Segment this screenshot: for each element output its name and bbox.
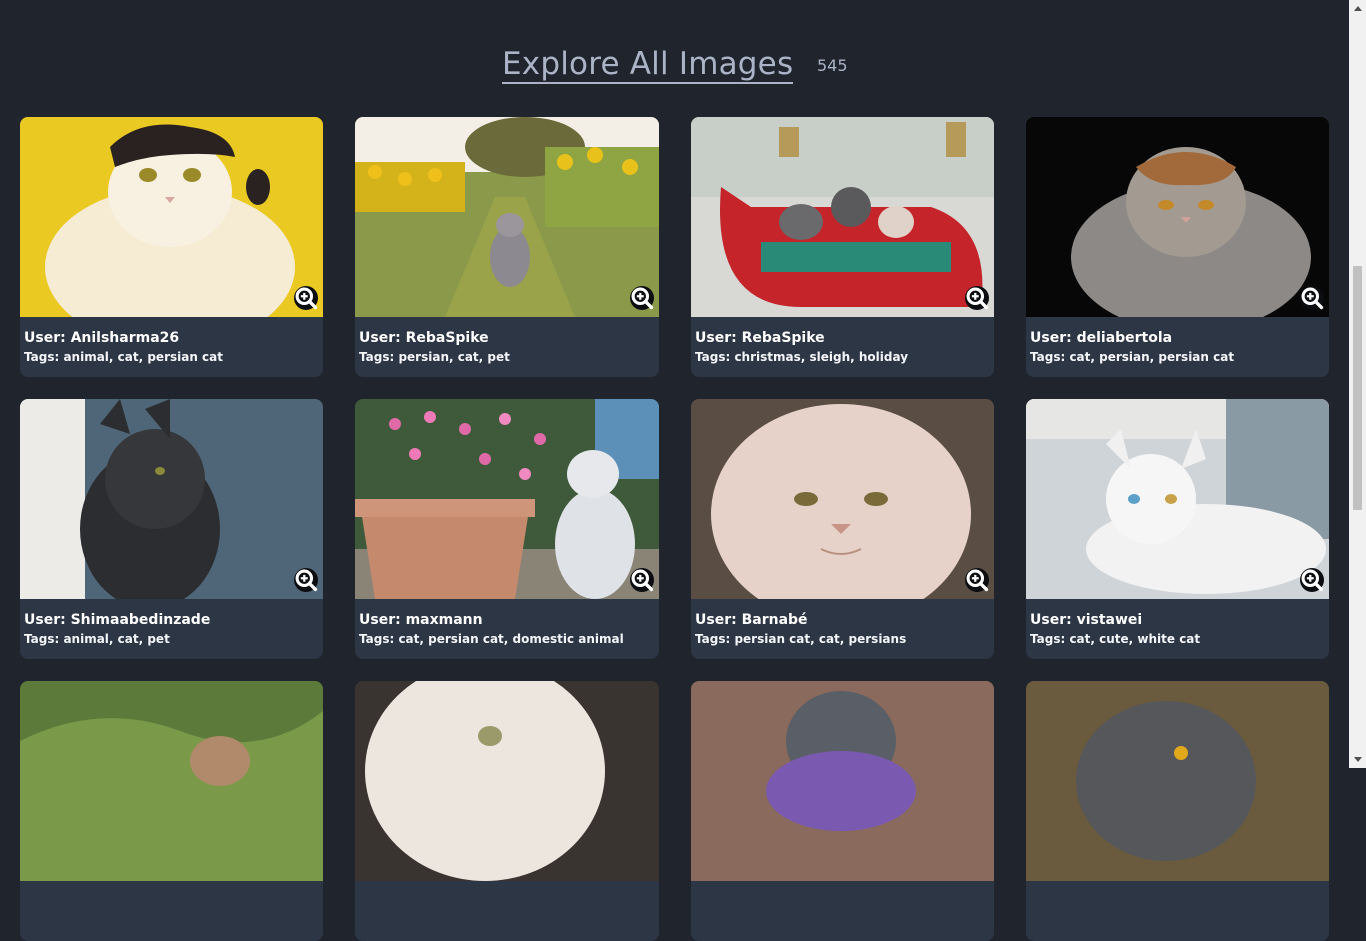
card-tags: Tags: persian, cat, pet (359, 350, 510, 364)
image-card[interactable]: User: RebaSpike Tags: christmas, sleigh,… (691, 117, 994, 377)
zoom-in-icon[interactable] (630, 568, 654, 592)
image-thumbnail[interactable] (20, 399, 323, 599)
card-info: User: RebaSpike Tags: persian, cat, pet (355, 317, 659, 365)
card-user[interactable]: User: deliabertola (1030, 330, 1325, 347)
image-card[interactable]: User: Shimaabedinzade Tags: animal, cat,… (20, 399, 323, 659)
zoom-in-icon[interactable] (630, 286, 654, 310)
arrow-up-icon[interactable] (1349, 0, 1366, 17)
card-info (355, 881, 659, 894)
card-user[interactable]: User: RebaSpike (359, 330, 655, 347)
scrollbar-thumb[interactable] (1353, 266, 1362, 510)
card-info: User: maxmann Tags: cat, persian cat, do… (355, 599, 659, 647)
card-user[interactable]: User: Shimaabedinzade (24, 612, 319, 629)
page-title[interactable]: Explore All Images (502, 46, 794, 84)
image-count: 545 (817, 56, 848, 75)
zoom-in-icon[interactable] (294, 568, 318, 592)
image-thumbnail[interactable] (355, 117, 659, 317)
card-user[interactable]: User: RebaSpike (695, 330, 990, 347)
image-card[interactable]: User: vistawei Tags: cat, cute, white ca… (1026, 399, 1329, 659)
card-tags: Tags: cat, cute, white cat (1030, 632, 1201, 646)
card-info (691, 881, 994, 894)
image-card[interactable] (355, 681, 659, 941)
image-thumbnail[interactable] (1026, 399, 1329, 599)
card-tags: Tags: cat, persian cat, domestic animal (359, 632, 624, 646)
zoom-in-icon[interactable] (965, 568, 989, 592)
image-thumbnail[interactable] (691, 681, 994, 881)
card-user[interactable]: User: Anilsharma26 (24, 330, 319, 347)
image-thumbnail[interactable] (20, 117, 323, 317)
image-thumbnail[interactable] (20, 681, 323, 881)
card-user[interactable]: User: maxmann (359, 612, 655, 629)
image-thumbnail[interactable] (1026, 681, 1329, 881)
card-user[interactable]: User: Barnabé (695, 612, 990, 629)
image-thumbnail[interactable] (691, 399, 994, 599)
zoom-in-icon[interactable] (294, 286, 318, 310)
vertical-scrollbar[interactable] (1349, 0, 1366, 768)
card-info: User: Anilsharma26 Tags: animal, cat, pe… (20, 317, 323, 365)
image-thumbnail[interactable] (355, 681, 659, 881)
image-thumbnail[interactable] (355, 399, 659, 599)
image-thumbnail[interactable] (1026, 117, 1329, 317)
card-tags: Tags: christmas, sleigh, holiday (695, 350, 909, 364)
image-card[interactable] (1026, 681, 1329, 941)
card-tags: Tags: cat, persian, persian cat (1030, 350, 1235, 364)
card-info: User: vistawei Tags: cat, cute, white ca… (1026, 599, 1329, 647)
arrow-down-icon[interactable] (1349, 751, 1366, 768)
card-info: User: Shimaabedinzade Tags: animal, cat,… (20, 599, 323, 647)
image-thumbnail[interactable] (691, 117, 994, 317)
image-card[interactable]: User: RebaSpike Tags: persian, cat, pet (355, 117, 659, 377)
image-card[interactable]: User: deliabertola Tags: cat, persian, p… (1026, 117, 1329, 377)
card-info: User: deliabertola Tags: cat, persian, p… (1026, 317, 1329, 365)
image-card[interactable] (691, 681, 994, 941)
card-info: User: RebaSpike Tags: christmas, sleigh,… (691, 317, 994, 365)
image-card[interactable] (20, 681, 323, 941)
card-user[interactable]: User: vistawei (1030, 612, 1325, 629)
zoom-in-icon[interactable] (1300, 286, 1324, 310)
card-tags: Tags: animal, cat, persian cat (24, 350, 224, 364)
image-card[interactable]: User: Anilsharma26 Tags: animal, cat, pe… (20, 117, 323, 377)
image-card[interactable]: User: Barnabé Tags: persian cat, cat, pe… (691, 399, 994, 659)
card-info: User: Barnabé Tags: persian cat, cat, pe… (691, 599, 994, 647)
gallery-page: Explore All Images 545 User: Anilsharma2… (0, 0, 1349, 941)
image-card[interactable]: User: maxmann Tags: cat, persian cat, do… (355, 399, 659, 659)
card-info (20, 881, 323, 894)
zoom-in-icon[interactable] (965, 286, 989, 310)
card-tags: Tags: animal, cat, pet (24, 632, 170, 646)
gallery-header: Explore All Images 545 (0, 44, 1349, 94)
card-tags: Tags: persian cat, cat, persians (695, 632, 907, 646)
card-info (1026, 881, 1329, 894)
image-grid: User: Anilsharma26 Tags: animal, cat, pe… (20, 117, 1329, 941)
zoom-in-icon[interactable] (1300, 568, 1324, 592)
